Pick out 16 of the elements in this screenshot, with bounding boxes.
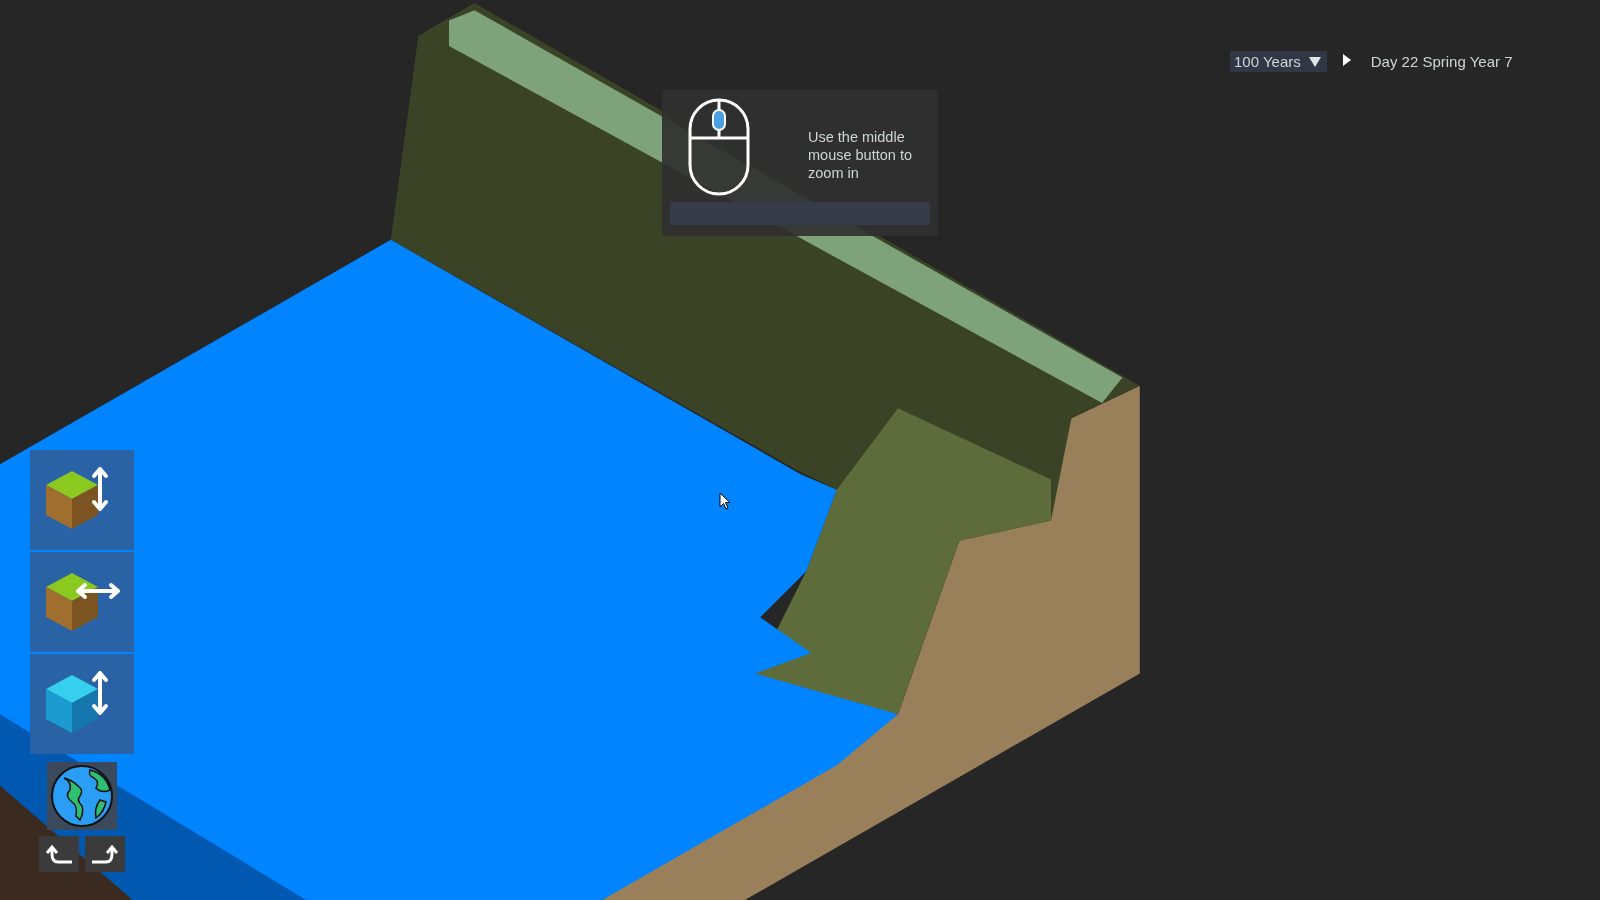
globe-button[interactable]	[47, 762, 117, 830]
globe-icon	[50, 764, 114, 828]
mouse-icon	[688, 98, 750, 196]
tool-button[interactable]	[30, 654, 134, 754]
rotate-left-button[interactable]	[39, 836, 79, 872]
tool-button[interactable]	[30, 450, 134, 550]
curved-arrow-icon	[90, 842, 120, 866]
hint-text: Use the middle mouse button to zoom in	[808, 128, 913, 182]
date-label: Day 22 Spring Year 7	[1370, 53, 1513, 70]
speed-dropdown[interactable]: 100 Years	[1230, 51, 1327, 72]
cursor-icon	[719, 492, 731, 510]
rotate-right-button[interactable]	[85, 836, 125, 872]
play-icon[interactable]	[1342, 53, 1351, 66]
dropdown-triangle-icon	[1308, 56, 1321, 67]
curved-arrow-icon	[44, 842, 74, 866]
tool-button[interactable]	[30, 552, 134, 652]
